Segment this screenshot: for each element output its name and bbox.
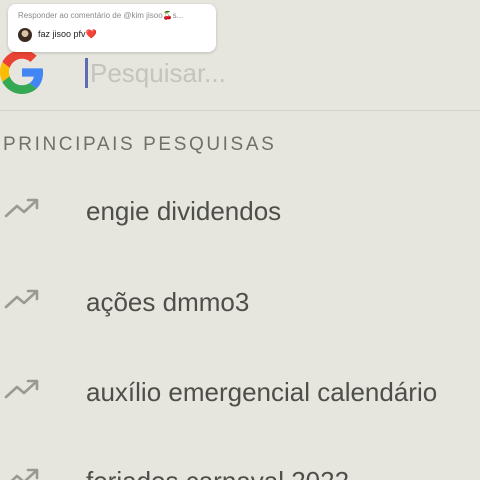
avatar [18, 28, 32, 42]
suggestion-item[interactable]: auxílio emergencial calendário [0, 377, 480, 437]
google-g-icon [0, 50, 44, 94]
reply-comment-bubble: Responder ao comentário de @kim jisoo🍒s.… [8, 4, 216, 52]
suggestion-item[interactable]: feriados carnaval 2022 [0, 466, 480, 480]
reply-header: Responder ao comentário de @kim jisoo🍒s.… [18, 11, 184, 20]
comment-text: faz jisoo pfv❤️ [38, 29, 97, 40]
text-cursor [85, 58, 88, 88]
suggestion-label: feriados carnaval 2022 [86, 466, 349, 480]
trending-up-icon [4, 289, 39, 309]
heart-emoji: ❤️ [85, 29, 97, 39]
comment-body: faz jisoo pfv [38, 29, 86, 39]
search-input[interactable] [90, 56, 450, 90]
trending-up-icon [4, 379, 39, 399]
trending-up-icon [4, 198, 39, 218]
suggestion-label: engie dividendos [86, 196, 282, 226]
suggestion-label: auxílio emergencial calendário [86, 377, 438, 407]
suggestion-item[interactable]: engie dividendos [0, 196, 480, 256]
suggestion-item[interactable]: ações dmmo3 [0, 287, 480, 347]
trending-up-icon [10, 468, 39, 480]
suggestion-label: ações dmmo3 [86, 287, 250, 317]
section-title: PRINCIPAIS PESQUISAS [3, 134, 277, 155]
